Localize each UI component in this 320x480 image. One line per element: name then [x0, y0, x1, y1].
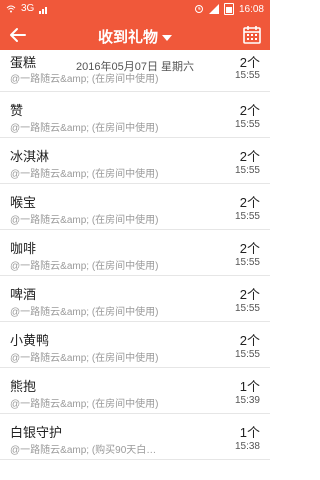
- wifi-icon: [6, 5, 16, 12]
- list-item[interactable]: 小黄鸭 @一路随云&amp; (在房间中使用) 2个 15:55: [0, 322, 270, 368]
- gift-time: 15:55: [234, 211, 260, 222]
- gift-time: 15:55: [234, 303, 260, 314]
- gift-count: 2个: [239, 287, 260, 302]
- gift-time: 15:55: [234, 349, 260, 360]
- gift-time: 15:38: [234, 441, 260, 452]
- list-item[interactable]: 冰淇淋 @一路随云&amp; (在房间中使用) 2个 15:55: [0, 138, 270, 184]
- gift-sender: @一路随云&amp; (在房间中使用): [10, 261, 159, 272]
- status-time: 16:08: [238, 3, 264, 15]
- gift-count: 2个: [239, 103, 260, 118]
- gift-count: 2个: [239, 55, 260, 70]
- gift-sender: @一路随云&amp; (在房间中使用): [10, 74, 159, 85]
- app-bar: 收到礼物: [0, 20, 270, 50]
- gift-name: 赞: [10, 103, 24, 118]
- gift-time: 15:39: [234, 395, 260, 406]
- cellular-icon: [208, 4, 219, 14]
- gift-sender: @一路随云&amp; (在房间中使用): [10, 169, 159, 180]
- gift-time: 15:55: [234, 257, 260, 268]
- battery-icon: [223, 3, 234, 15]
- gift-name: 熊抱: [10, 379, 37, 394]
- gift-time: 15:55: [234, 70, 260, 81]
- gift-count: 2个: [239, 333, 260, 348]
- gift-name: 白银守护: [10, 425, 63, 440]
- title-dropdown[interactable]: 收到礼物: [0, 26, 270, 47]
- list-item[interactable]: 白银守护 @一路随云&amp; (购买90天白… 1个 15:38: [0, 414, 270, 460]
- gift-sender: @一路随云&amp; (在房间中使用): [10, 215, 159, 226]
- gift-name: 咖啡: [10, 241, 37, 256]
- gift-count: 1个: [239, 379, 260, 394]
- gift-count: 1个: [239, 425, 260, 440]
- gift-sender: @一路随云&amp; (在房间中使用): [10, 353, 159, 364]
- gift-count: 2个: [239, 241, 260, 256]
- status-bar: 3G 16:08: [0, 0, 270, 20]
- list-item[interactable]: 赞 @一路随云&amp; (在房间中使用) 2个 15:55: [0, 92, 270, 138]
- list-item[interactable]: 咖啡 @一路随云&amp; (在房间中使用) 2个 15:55: [0, 230, 270, 276]
- list-item[interactable]: 蛋糕 @一路随云&amp; (在房间中使用) 2个 15:55: [0, 50, 270, 92]
- gift-name: 小黄鸭: [10, 333, 50, 348]
- chevron-down-icon: [162, 35, 172, 42]
- alarm-icon: [194, 5, 203, 13]
- gift-name: 蛋糕: [10, 55, 37, 70]
- gift-count: 2个: [239, 149, 260, 164]
- calendar-icon[interactable]: [242, 25, 262, 45]
- gift-sender: @一路随云&amp; (在房间中使用): [10, 307, 159, 318]
- gift-sender: @一路随云&amp; (在房间中使用): [10, 399, 159, 410]
- gift-name: 喉宝: [10, 195, 37, 210]
- gift-time: 15:55: [234, 165, 260, 176]
- gift-name: 啤酒: [10, 287, 37, 302]
- list-item[interactable]: 熊抱 @一路随云&amp; (在房间中使用) 1个 15:39: [0, 368, 270, 414]
- list-item[interactable]: 喉宝 @一路随云&amp; (在房间中使用) 2个 15:55: [0, 184, 270, 230]
- gift-sender: @一路随云&amp; (在房间中使用): [10, 123, 159, 134]
- page-title: 收到礼物: [97, 29, 158, 46]
- signal-icon: [39, 6, 48, 14]
- gift-sender: @一路随云&amp; (购买90天白…: [10, 445, 157, 456]
- gift-name: 冰淇淋: [10, 149, 50, 164]
- list-item[interactable]: 啤酒 @一路随云&amp; (在房间中使用) 2个 15:55: [0, 276, 270, 322]
- network-type: 3G: [21, 3, 35, 14]
- gift-time: 15:55: [234, 119, 260, 130]
- gift-list: 蛋糕 @一路随云&amp; (在房间中使用) 2个 15:55 赞 @一路随云&…: [0, 50, 270, 460]
- gift-count: 2个: [239, 195, 260, 210]
